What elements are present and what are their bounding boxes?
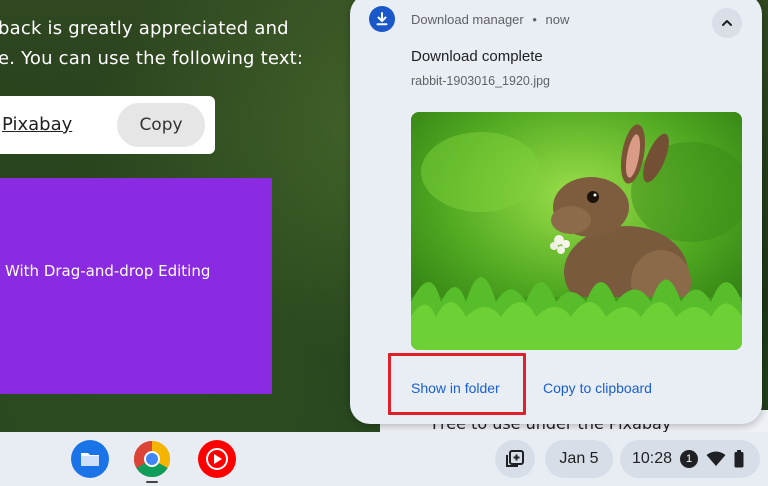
download-icon [369,6,395,32]
date-button[interactable]: Jan 5 [545,440,613,478]
notification-header: Download manager • now [411,12,569,27]
page-text-line-2: e. You can use the following text: [0,48,304,69]
pixabay-link[interactable]: Pixabay [2,114,72,135]
promo-banner[interactable]: With Drag-and-drop Editing [0,178,272,394]
files-icon[interactable] [71,440,109,478]
image-preview[interactable] [411,112,742,350]
rabbit-image [411,112,742,350]
notification-count-badge: 1 [680,450,699,468]
header-separator: • [532,12,537,27]
wifi-icon [706,451,726,466]
notification-time: now [545,12,570,27]
youtube-music-icon[interactable] [198,440,236,478]
status-area[interactable]: 10:28 1 [620,440,760,478]
chevron-up-icon [722,20,732,26]
screen-capture-icon [506,450,524,467]
downloaded-filename: rabbit-1903016_1920.jpg [411,74,551,88]
page-text-line-1: back is greatly appreciated and [0,18,289,39]
notification-title: Download complete [411,48,543,65]
highlight-box [388,353,526,415]
promo-text: With Drag-and-drop Editing [5,262,211,280]
copy-attribution-button[interactable]: Copy [117,103,205,147]
screen-capture-button[interactable] [495,440,535,478]
chrome-icon[interactable] [133,440,171,478]
date-label: Jan 5 [559,450,599,467]
running-indicator [146,481,158,483]
clock: 10:28 [632,450,673,467]
collapse-button[interactable] [712,8,742,38]
attribution-box: Pixabay Copy [0,96,215,154]
app-name: Download manager [411,12,524,27]
copy-to-clipboard-button[interactable]: Copy to clipboard [543,380,652,396]
shelf: Jan 5 10:28 1 [0,432,768,486]
battery-icon [734,450,744,468]
